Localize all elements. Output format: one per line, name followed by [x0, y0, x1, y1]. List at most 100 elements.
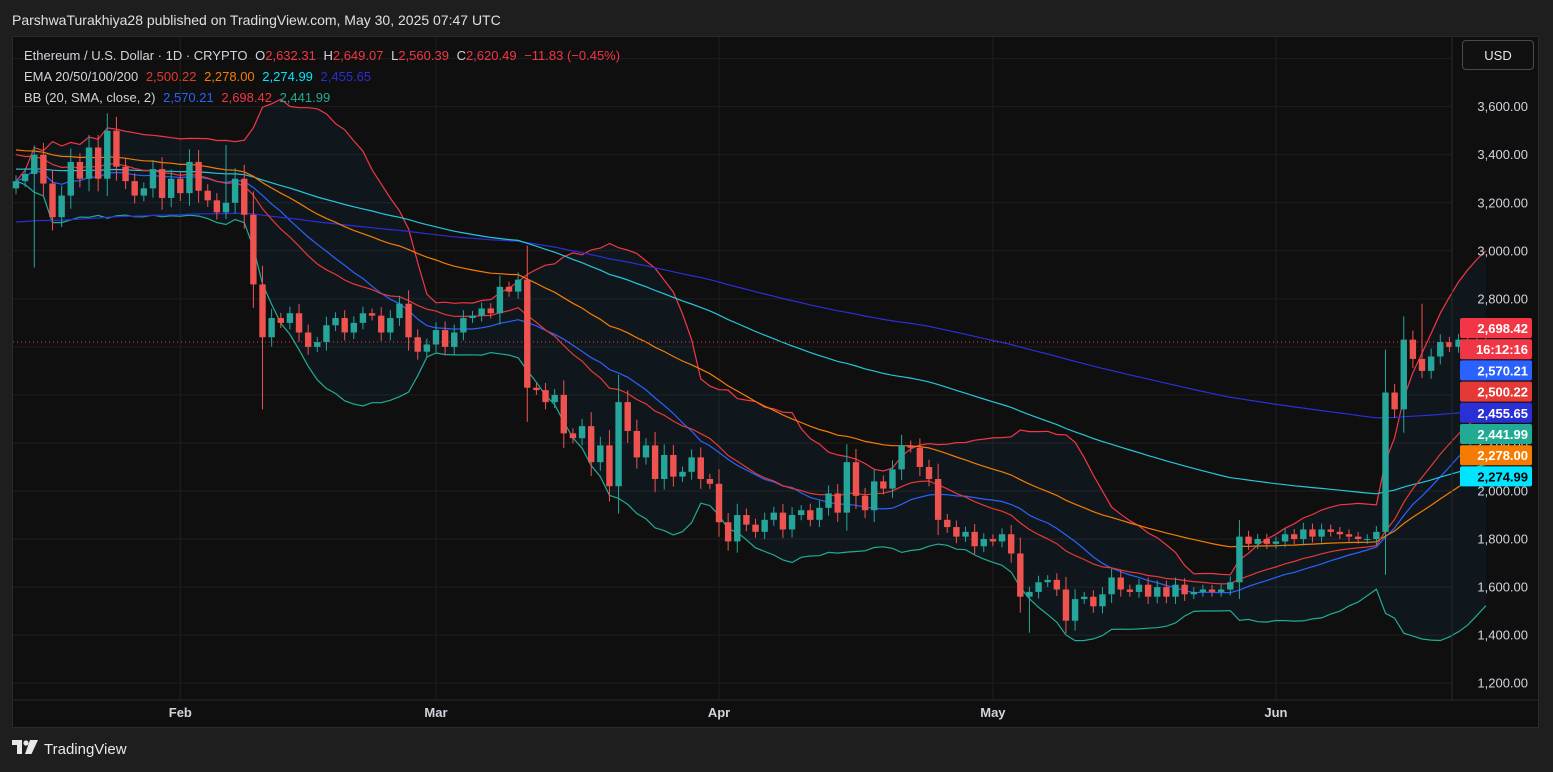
- candle-body: [222, 202, 230, 213]
- candle-body: [341, 318, 348, 333]
- legend-open: 2,632.31: [265, 48, 316, 63]
- candle-body: [1245, 536, 1252, 544]
- candle-body: [1199, 589, 1207, 592]
- candle-body: [734, 515, 741, 542]
- candle-body: [679, 471, 686, 477]
- candle-body: [414, 337, 421, 352]
- y-tick-label: 3,200.00: [1477, 195, 1528, 210]
- candle-body: [1373, 531, 1380, 540]
- x-tick-label: Apr: [708, 705, 730, 720]
- candle-body: [898, 445, 905, 470]
- candle-body: [1427, 356, 1435, 371]
- candle-body: [31, 154, 38, 174]
- candle-body: [661, 454, 668, 479]
- candle-body: [140, 188, 148, 196]
- legend-ema-row[interactable]: EMA 20/50/100/200 2,500.22 2,278.00 2,27…: [24, 66, 620, 87]
- candle-body: [1345, 534, 1353, 537]
- candle-body: [587, 426, 595, 463]
- candle-body: [85, 147, 93, 179]
- candle-body: [1400, 339, 1407, 410]
- candle-body: [834, 493, 841, 513]
- candle-body: [1144, 584, 1152, 597]
- y-tick-label: 2,800.00: [1477, 291, 1528, 306]
- candle-body: [971, 531, 978, 547]
- legend-change: −11.83 (−0.45%): [524, 48, 621, 63]
- y-tick-label: 3,000.00: [1477, 243, 1528, 258]
- price-badge-label: 2,441.99: [1477, 427, 1528, 442]
- y-tick-label: 1,800.00: [1477, 532, 1528, 547]
- candle-body: [807, 510, 814, 520]
- legend-close-label: C: [456, 48, 466, 63]
- candle-body: [241, 178, 248, 215]
- candle-body: [58, 195, 65, 218]
- candle-body: [1364, 539, 1371, 541]
- candle-body: [149, 169, 157, 189]
- brand-name: TradingView: [44, 741, 127, 758]
- candle-body: [597, 445, 604, 463]
- candle-body: [715, 483, 723, 523]
- candle-body: [460, 318, 467, 333]
- candle-body: [797, 510, 805, 516]
- candle-body: [122, 166, 129, 182]
- candle-body: [788, 515, 796, 530]
- candle-body: [770, 512, 777, 520]
- y-tick-label: 3,400.00: [1477, 147, 1528, 162]
- legend-low: 2,560.39: [398, 48, 449, 63]
- candle-body: [314, 342, 321, 347]
- candle-body: [268, 318, 275, 338]
- candle-body: [651, 445, 659, 479]
- candle-body: [295, 313, 303, 333]
- candle-body: [67, 161, 74, 196]
- brand-footer[interactable]: TradingView: [12, 740, 127, 760]
- candle-body: [1208, 589, 1216, 592]
- candle-body: [880, 481, 887, 489]
- candle-body: [1172, 584, 1179, 597]
- candle-body: [76, 161, 84, 179]
- candle-body: [259, 284, 266, 338]
- candle-body: [1391, 392, 1398, 410]
- legend-bb-upper: 2,698.42: [221, 90, 272, 105]
- candle-body: [1236, 536, 1243, 583]
- candle-body: [204, 190, 211, 201]
- candle-body: [1217, 589, 1225, 592]
- currency-button[interactable]: USD: [1462, 40, 1534, 70]
- candle-body: [451, 332, 458, 347]
- y-tick-label: 1,400.00: [1477, 628, 1528, 643]
- price-chart[interactable]: 1,200.001,400.001,600.001,800.002,000.00…: [0, 0, 1553, 772]
- candle-body: [989, 539, 997, 542]
- candle-body: [861, 495, 869, 511]
- candle-body: [359, 313, 367, 323]
- candle-body: [916, 447, 924, 467]
- candle-body: [378, 315, 385, 333]
- candle-body: [962, 531, 969, 537]
- legend-symbol-row[interactable]: Ethereum / U.S. Dollar · 1D · CRYPTO O2,…: [24, 45, 620, 66]
- legend-bb-label: BB (20, SMA, close, 2): [24, 90, 156, 105]
- candle-body: [852, 462, 860, 496]
- candle-body: [423, 344, 431, 352]
- chart-legend: Ethereum / U.S. Dollar · 1D · CRYPTO O2,…: [24, 45, 620, 108]
- legend-open-label: O: [255, 48, 266, 63]
- candle-body: [323, 325, 330, 343]
- candle-body: [1254, 539, 1261, 544]
- candle-body: [925, 466, 933, 479]
- candle-body: [907, 445, 914, 448]
- candle-body: [286, 313, 294, 323]
- x-tick-label: Mar: [424, 705, 447, 720]
- price-badge-label: 2,455.65: [1477, 406, 1528, 421]
- candle-body: [1154, 587, 1161, 597]
- candle-body: [1291, 534, 1298, 540]
- candle-body: [250, 214, 257, 285]
- candle-body: [606, 445, 613, 487]
- candle-body: [1327, 529, 1334, 532]
- candle-body: [688, 457, 695, 472]
- candle-body: [724, 522, 732, 542]
- candle-body: [1336, 531, 1344, 535]
- candle-body: [277, 318, 284, 323]
- legend-bb-row[interactable]: BB (20, SMA, close, 2) 2,570.21 2,698.42…: [24, 87, 620, 108]
- candle-body: [1017, 553, 1024, 597]
- candle-body: [1418, 358, 1426, 371]
- y-tick-label: 1,600.00: [1477, 580, 1528, 595]
- candle-body: [186, 161, 193, 194]
- candle-body: [980, 539, 987, 547]
- candle-body: [1263, 539, 1271, 544]
